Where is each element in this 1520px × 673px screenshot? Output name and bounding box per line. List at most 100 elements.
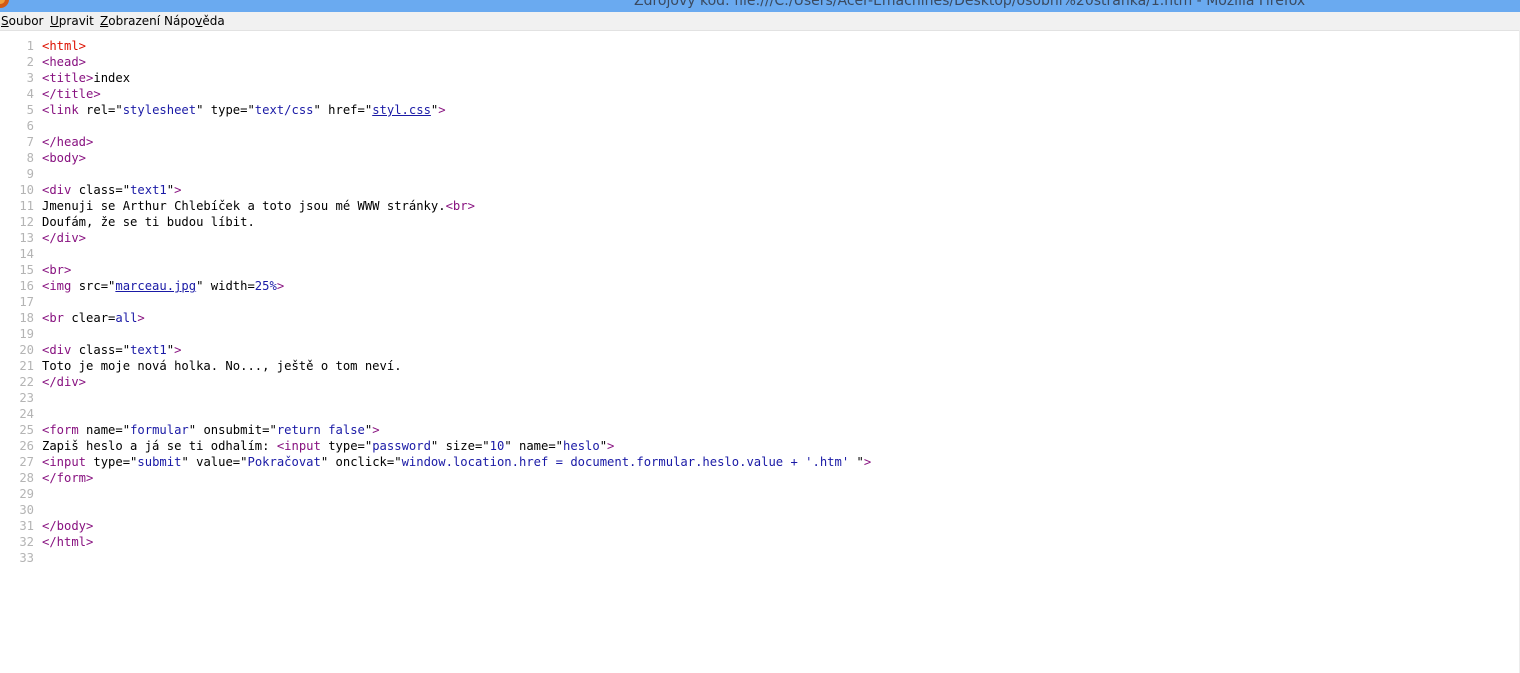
menu-soubor-mnemonic: S <box>1 14 9 28</box>
source-line: 33 <box>0 550 871 566</box>
line-number: 8 <box>26 151 34 165</box>
source-line: 21 Toto je moje nová holka. No..., ještě … <box>0 358 871 374</box>
source-tag: <div <box>42 343 79 357</box>
source-line: 2 <head> <box>0 54 871 70</box>
source-tag: <html> <box>42 39 87 53</box>
line-number: 30 <box>19 503 34 517</box>
source-text: Toto je moje nová holka. No..., ještě o … <box>42 359 402 373</box>
line-number: 13 <box>19 231 34 245</box>
source-attr: " <box>166 183 175 197</box>
source-tag: <div <box>42 183 79 197</box>
source-line: 17 <box>0 294 871 310</box>
source-attr-value: return false <box>276 423 365 437</box>
source-attr-value: password <box>372 439 431 453</box>
menu-bar: Soubor Upravit Zobrazení Nápověda <box>0 12 1520 31</box>
source-line: 4 </title> <box>0 86 871 102</box>
source-line: 14 <box>0 246 871 262</box>
source-text: Zapiš heslo a já se ti odhalím: <box>42 439 277 453</box>
source-tag: </form> <box>42 471 94 485</box>
line-number: 27 <box>19 455 34 469</box>
source-attr: src=" <box>78 279 116 293</box>
source-line: 29 <box>0 486 871 502</box>
source-tag: <br> <box>445 199 475 213</box>
source-link[interactable]: marceau.jpg <box>115 279 196 293</box>
source-tag: > <box>137 311 145 325</box>
source-tag: </head> <box>42 135 94 149</box>
source-line: 16 <img src="marceau.jpg" width=25%> <box>0 278 871 294</box>
source-attr-value: Pokračovat <box>247 455 321 469</box>
source-attr: type=" <box>328 439 373 453</box>
window-title: Zdrojový kód: file:///C:/Users/Acer-Emac… <box>634 0 1306 9</box>
source-attr: " type=" <box>196 103 255 117</box>
line-number: 14 <box>19 247 34 261</box>
line-number: 5 <box>26 103 34 117</box>
line-number: 10 <box>19 183 34 197</box>
source-code-view[interactable]: 1 <html> 2 <head> 3 <title>index 4 </title> 5 <li… <box>0 38 871 566</box>
source-attr: " href=" <box>313 103 373 117</box>
line-number: 2 <box>26 55 34 69</box>
source-attr: " size=" <box>430 439 490 453</box>
menu-napoveda[interactable]: Nápověda <box>164 12 225 30</box>
source-line: 31 </body> <box>0 518 871 534</box>
source-tag: <form <box>42 423 87 437</box>
line-number: 24 <box>19 407 34 421</box>
source-line: 15 <br> <box>0 262 871 278</box>
firefox-icon[interactable] <box>0 0 9 8</box>
source-line: 24 <box>0 406 871 422</box>
source-tag: > <box>276 279 285 293</box>
line-number: 15 <box>19 263 34 277</box>
line-number: 31 <box>19 519 34 533</box>
source-tag: </div> <box>42 231 87 245</box>
menu-upravit[interactable]: Upravit <box>50 12 94 30</box>
source-attr-value: text/css <box>254 103 314 117</box>
source-line: 19 <box>0 326 871 342</box>
source-tag: <link <box>42 103 87 117</box>
source-attr-value: stylesheet <box>122 103 197 117</box>
source-attr: " width= <box>196 279 255 293</box>
source-attr-value: formular <box>130 423 189 437</box>
menu-upravit-mnemonic: U <box>50 14 59 28</box>
source-tag: > <box>607 439 615 453</box>
source-tag: <br <box>42 311 72 325</box>
source-attr-value: submit <box>137 455 182 469</box>
source-tag: > <box>438 103 446 117</box>
line-number: 19 <box>19 327 34 341</box>
source-attr: " name=" <box>504 439 564 453</box>
line-number: 1 <box>26 39 34 53</box>
source-tag: <input <box>276 439 329 453</box>
menu-soubor[interactable]: Soubor <box>1 12 43 30</box>
source-line: 13 </div> <box>0 230 871 246</box>
menu-zobrazeni-label: obrazení <box>108 14 161 28</box>
source-attr: type=" <box>93 455 138 469</box>
source-attr: class=" <box>78 343 131 357</box>
source-attr-value: 25% <box>254 279 277 293</box>
source-tag: <input <box>42 455 94 469</box>
source-attr: class=" <box>78 183 131 197</box>
line-number: 6 <box>26 119 34 133</box>
line-number: 33 <box>19 551 34 565</box>
line-number: 3 <box>26 71 34 85</box>
menu-zobrazeni-mnemonic: Z <box>100 14 109 28</box>
source-line: 18 <br clear=all> <box>0 310 871 326</box>
source-tag: <img <box>42 279 79 293</box>
line-number: 22 <box>19 375 34 389</box>
source-tag: > <box>372 423 380 437</box>
source-tag: </div> <box>42 375 87 389</box>
source-line: 5 <link rel="stylesheet" type="text/css" … <box>0 102 871 118</box>
line-number: 16 <box>19 279 34 293</box>
menu-upravit-label: pravit <box>58 14 94 28</box>
source-text: Doufám, že se ti budou líbit. <box>42 215 255 229</box>
source-line: 6 <box>0 118 871 134</box>
source-attr-value: all <box>115 311 138 325</box>
line-number: 18 <box>19 311 34 325</box>
line-number: 32 <box>19 535 34 549</box>
source-tag: > <box>174 343 182 357</box>
source-line: 11 Jmenuji se Arthur Chlebíček a toto jso… <box>0 198 871 214</box>
source-attr: rel=" <box>86 103 123 117</box>
line-number: 7 <box>26 135 34 149</box>
line-number: 20 <box>19 343 34 357</box>
source-tag: <head> <box>42 55 87 69</box>
source-link[interactable]: styl.css <box>372 103 431 117</box>
source-attr: name=" <box>86 423 131 437</box>
menu-zobrazeni[interactable]: Zobrazení <box>100 12 160 30</box>
